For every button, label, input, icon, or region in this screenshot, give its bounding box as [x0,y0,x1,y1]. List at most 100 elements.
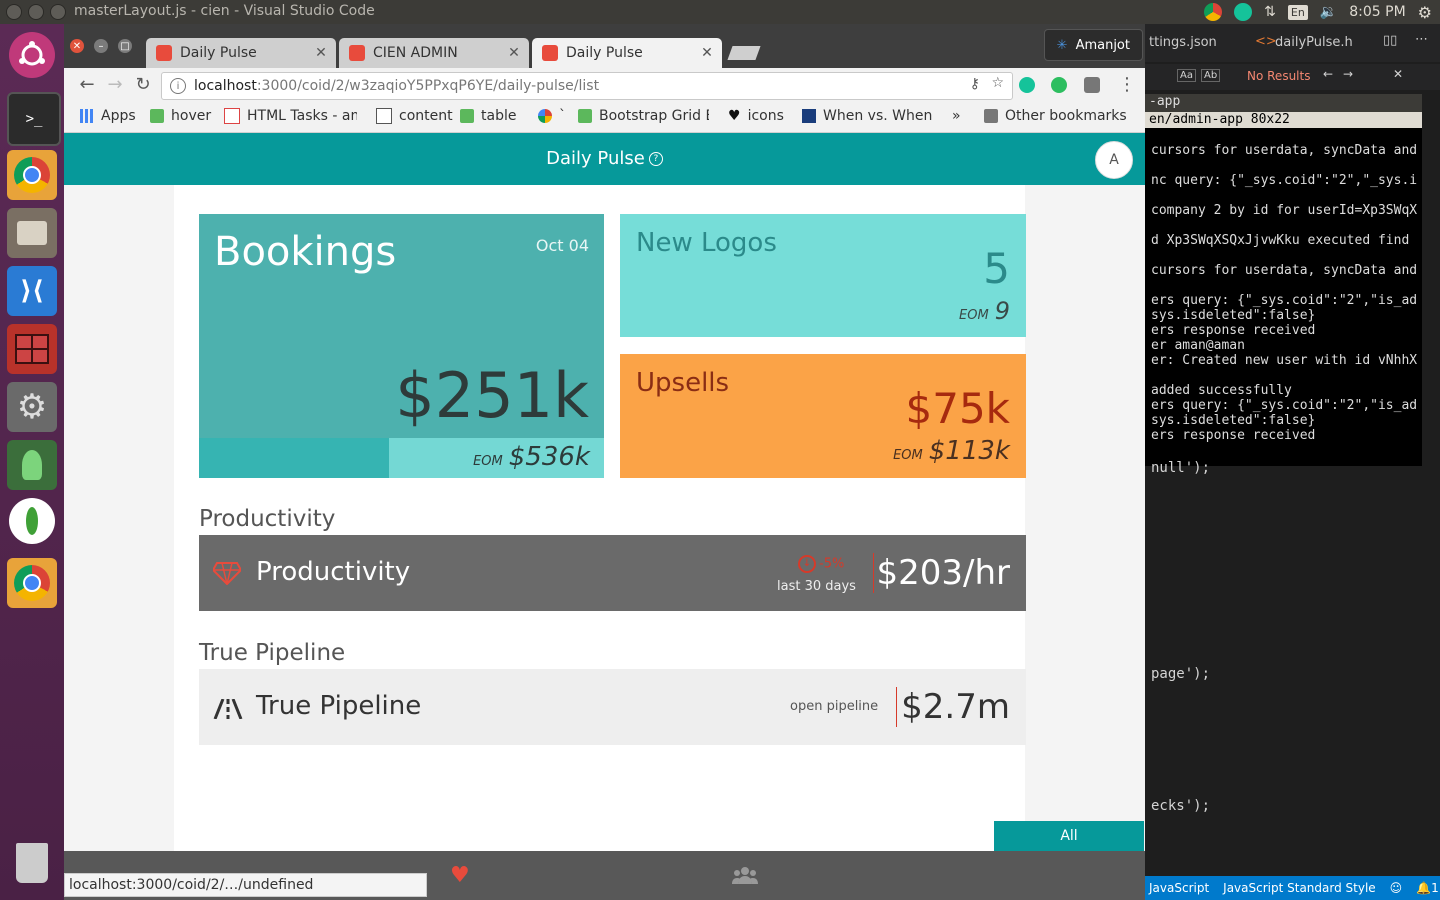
evernote-extension-icon[interactable] [1051,77,1067,93]
chrome-tab-strip: ✕ – □ Daily Pulse ✕ CIEN ADMIN ✕ Daily P… [64,24,1145,68]
all-button[interactable]: All [994,821,1144,851]
profile-button[interactable]: ✳ Amanjot [1043,29,1143,61]
new-logos-tile[interactable]: New Logos 5 EOM 9 [620,214,1026,337]
bookmark-[interactable]: » [952,108,961,124]
bookmark-hover[interactable]: hover [150,108,211,124]
feedback-icon[interactable]: ☺ [1390,881,1403,895]
terminal-line: cursors for userdata, syncData and [1151,263,1418,278]
forward-button[interactable]: → [104,74,126,96]
next-match-icon[interactable]: → [1343,67,1353,81]
previous-match-icon[interactable]: ← [1323,67,1333,81]
notification-count[interactable]: 🔔1 [1416,881,1439,895]
terminal-icon[interactable]: >_ [7,92,61,146]
match-word-icon[interactable]: Ab [1201,69,1221,82]
close-tab-icon[interactable]: ✕ [505,45,523,61]
bookmark-apps[interactable]: Apps [80,108,136,124]
bookmark-html-tasks-am[interactable]: HTML Tasks - am [224,108,357,124]
bookmark-other-bookmarks[interactable]: Other bookmarks [984,108,1127,124]
key-icon[interactable]: ⚷ [970,76,980,92]
chrome-launcher-icon[interactable] [7,150,57,200]
settings-gear-icon[interactable]: ⚙ [1418,3,1432,22]
chrome-second-icon[interactable] [7,558,57,608]
terminal-line: nc query: {"_sys.coid":"2","_sys.i [1151,173,1418,188]
keyboard-layout-indicator[interactable]: En [1287,4,1308,20]
team-icon[interactable] [732,866,758,884]
chrome-tray-icon[interactable] [1204,3,1223,21]
volume-icon[interactable]: 🔉 [1320,4,1337,20]
productivity-row[interactable]: Productivity ↓ -5% last 30 days $203/hr [199,535,1026,611]
address-bar[interactable]: i localhost:3000/coid/2/w3zaqioY5PPxqP6Y… [161,72,1013,100]
w3-icon [150,109,164,123]
page-icon [376,108,392,124]
bookmark-star-icon[interactable]: ☆ [991,75,1004,91]
gmail-icon [224,108,240,124]
bookings-date: Oct 04 [535,236,589,255]
trash-icon[interactable] [7,838,57,888]
bookmark-[interactable]: ` [538,108,566,124]
code-line: ecks'); [1151,798,1211,814]
ubuntu-launcher: >_ ⟩⟨ ⚙ [0,24,64,900]
close-find-icon[interactable]: ✕ [1393,67,1403,81]
heart-icon[interactable]: ♥ [450,863,470,888]
cien-favicon-icon [349,45,365,61]
terminal-title: -app [1145,94,1422,112]
chrome-menu-icon[interactable]: ⋮ [1118,74,1136,95]
w3-icon [578,109,592,123]
bookmark-label: HTML Tasks - am [247,108,357,124]
tab-label: CIEN ADMIN [373,45,458,61]
avatar[interactable]: A [1095,141,1133,179]
site-info-icon[interactable]: i [170,78,186,94]
bookmark-bootstrap-grid-b[interactable]: Bootstrap Grid B [578,108,709,124]
close-window-button[interactable] [6,4,22,20]
more-actions-icon[interactable]: ⋯ [1415,32,1428,47]
bookings-tile[interactable]: Bookings Oct 04 $251k EOM $536k [199,214,604,478]
ubuntu-dash-icon[interactable] [9,32,55,78]
chrome-maximize-button[interactable]: □ [118,39,132,53]
grammarly-tray-icon[interactable] [1234,3,1253,21]
terminal-line: sys.isdeleted":false} [1151,413,1316,428]
match-case-icon[interactable]: Aa [1177,69,1196,82]
network-icon[interactable]: ⇅ [1264,4,1276,20]
close-tab-icon[interactable]: ✕ [312,45,330,61]
linter-status[interactable]: JavaScript Standard Style [1223,881,1376,895]
help-icon[interactable]: ? [648,152,663,166]
terminal-line: company 2 by id for userId=Xp3SWqX [1151,203,1418,218]
back-button[interactable]: ← [76,74,98,96]
workspace-switcher-icon[interactable] [7,324,57,374]
vscode-tab-settings[interactable]: ttings.json [1149,35,1217,50]
close-tab-icon[interactable]: ✕ [698,45,716,61]
maximize-window-button[interactable] [50,4,66,20]
shield-extension-icon[interactable] [1084,77,1100,93]
reload-button[interactable]: ↻ [132,74,154,96]
tab-daily-pulse-active[interactable]: Daily Pulse ✕ [532,38,722,68]
code-line: null'); [1151,460,1211,476]
mongodb-icon[interactable] [9,498,55,544]
rocket-app-icon[interactable] [7,440,57,490]
vscode-icon[interactable]: ⟩⟨ [7,266,57,316]
clock[interactable]: 8:05 PM [1349,4,1405,20]
new-tab-button[interactable] [727,46,761,60]
chrome-close-button[interactable]: ✕ [70,39,84,53]
vscode-tab-dailypulse[interactable]: dailyPulse.h [1275,35,1353,50]
bookings-value: $251k [395,359,589,432]
tab-daily-pulse-1[interactable]: Daily Pulse ✕ [146,38,336,68]
bookmark-table[interactable]: table [460,108,516,124]
terminal-window[interactable]: -app en/admin-app 80x22 cursors for user… [1145,94,1422,466]
tab-label: Daily Pulse [180,45,257,61]
bookmark-content[interactable]: content [376,108,453,124]
grammarly-extension-icon[interactable] [1019,77,1035,93]
chrome-minimize-button[interactable]: – [94,39,108,53]
terminal-line: ers response received [1151,323,1316,338]
bookmark-when-vs-whene[interactable]: When vs. Whene [802,108,933,124]
pipeline-row[interactable]: True Pipeline open pipeline $2.7m [199,669,1026,745]
upsells-tile[interactable]: Upsells $75k EOM $113k [620,354,1026,478]
split-editor-icon[interactable]: ▯▯ [1383,33,1397,48]
files-icon[interactable] [7,208,57,258]
minimize-window-button[interactable] [28,4,44,20]
page-title: Daily Pulse? [64,148,1145,169]
language-mode[interactable]: JavaScript [1149,881,1209,895]
bookmark-icons[interactable]: ♥ icons [728,108,784,124]
system-settings-icon[interactable]: ⚙ [7,382,57,432]
tab-cien-admin[interactable]: CIEN ADMIN ✕ [339,38,529,68]
